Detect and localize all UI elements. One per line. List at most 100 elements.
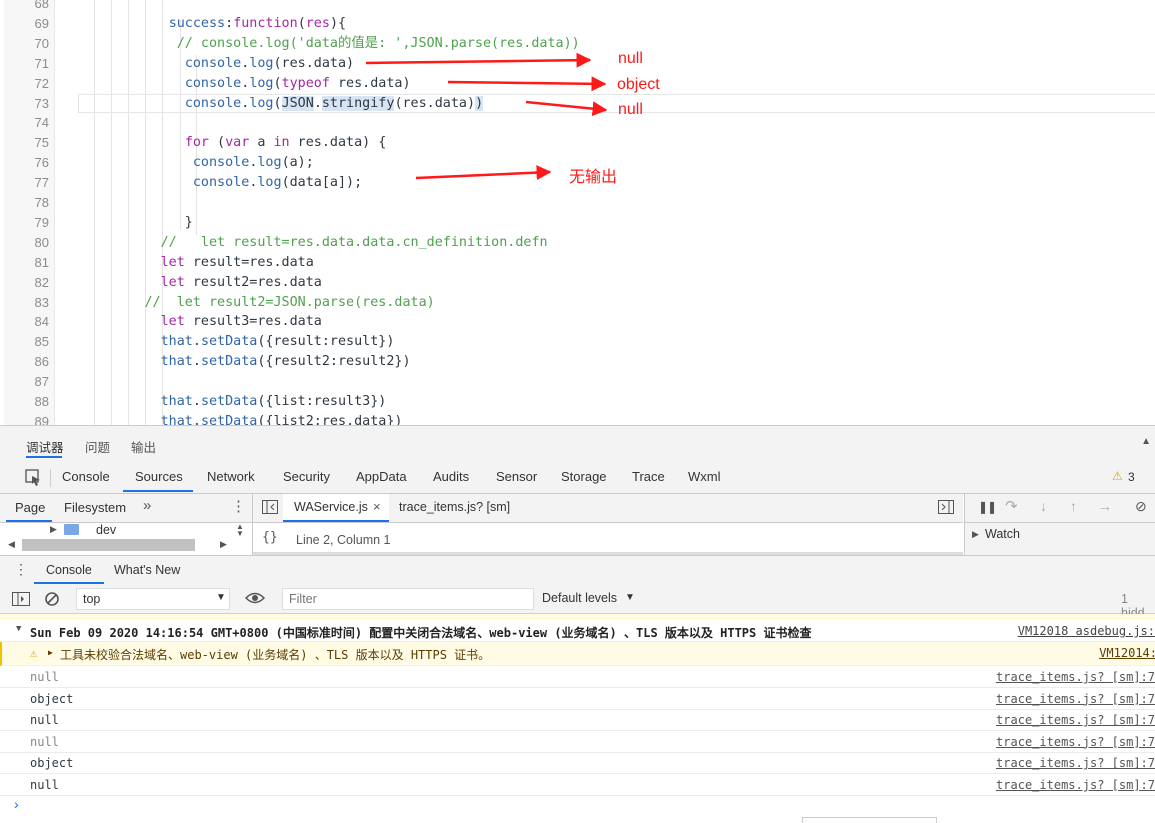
chevron-down-icon[interactable]: ▼ bbox=[625, 592, 635, 603]
log-text: null bbox=[30, 734, 59, 749]
log-row[interactable]: null trace_items.js? [sm]:7 bbox=[0, 774, 1155, 796]
source-link[interactable]: VM12018 asdebug.js: bbox=[1018, 624, 1155, 638]
code-line[interactable]: 68 bbox=[0, 0, 1155, 14]
tab-output[interactable]: 输出 bbox=[131, 437, 156, 456]
collapse-arrow-icon[interactable]: ▼ bbox=[16, 624, 21, 634]
scroll-right-icon[interactable]: ▶ bbox=[220, 539, 227, 550]
warning-row[interactable]: ⚠ ▶ 工具未校验合法域名、web-view (业务域名) 、TLS 版本以及 … bbox=[0, 642, 1155, 666]
tab-trace-items[interactable]: trace_items.js? [sm] bbox=[399, 500, 510, 514]
tab-whats-new[interactable]: What's New bbox=[114, 563, 180, 577]
source-link[interactable]: trace_items.js? [sm]:7 bbox=[996, 692, 1155, 706]
code-line[interactable]: 80 // let result=res.data.data.cn_defini… bbox=[0, 233, 1155, 253]
code-line[interactable]: 84 let result3=res.data bbox=[0, 312, 1155, 332]
code-line[interactable]: 83 // let result2=JSON.parse(res.data) bbox=[0, 293, 1155, 313]
tab-sources[interactable]: Sources bbox=[135, 469, 183, 484]
drawer-menu-icon[interactable]: ⋮ bbox=[14, 561, 28, 578]
source-link[interactable]: trace_items.js? [sm]:7 bbox=[996, 756, 1155, 770]
tab-trace[interactable]: Trace bbox=[632, 469, 665, 484]
code-line[interactable]: 73 console.log(JSON.stringify(res.data)) bbox=[0, 94, 1155, 114]
toggle-debugger-icon[interactable] bbox=[938, 500, 954, 517]
toggle-navigator-icon[interactable] bbox=[262, 500, 278, 517]
tab-network[interactable]: Network bbox=[207, 469, 255, 484]
code-line[interactable]: 88 that.setData({list:result3}) bbox=[0, 392, 1155, 412]
warning-icon[interactable]: ⚠ bbox=[1112, 469, 1123, 483]
scroll-left-icon[interactable]: ◀ bbox=[8, 539, 15, 550]
source-link[interactable]: trace_items.js? [sm]:7 bbox=[996, 735, 1155, 749]
console-output[interactable]: ▼ Sun Feb 09 2020 14:16:54 GMT+0800 (中国标… bbox=[0, 614, 1155, 823]
tab-audits[interactable]: Audits bbox=[433, 469, 469, 484]
code-line[interactable]: 85 that.setData({result:result}) bbox=[0, 332, 1155, 352]
code-editor[interactable]: 68 69 success:function(res){70 // console… bbox=[0, 0, 1155, 425]
line-number: 75 bbox=[34, 135, 49, 151]
tab-console[interactable]: Console bbox=[62, 469, 110, 484]
tab-security[interactable]: Security bbox=[283, 469, 330, 484]
context-selector[interactable]: top ▼ bbox=[76, 588, 230, 610]
source-link[interactable]: VM12014: bbox=[1099, 646, 1155, 660]
code-line[interactable]: 82 let result2=res.data bbox=[0, 273, 1155, 293]
log-levels-dropdown[interactable]: Default levels bbox=[542, 591, 617, 605]
code-line[interactable]: 74 bbox=[0, 113, 1155, 133]
code-line[interactable]: 87 bbox=[0, 372, 1155, 392]
log-row[interactable]: object trace_items.js? [sm]:7 bbox=[0, 752, 1155, 775]
console-prompt[interactable]: › bbox=[14, 796, 19, 812]
tab-wxml[interactable]: Wxml bbox=[688, 469, 721, 484]
tab-issues[interactable]: 问题 bbox=[85, 437, 110, 456]
eye-icon[interactable] bbox=[244, 591, 266, 608]
expand-arrow-icon[interactable]: ▶ bbox=[50, 524, 57, 535]
annotation-null-1: null bbox=[618, 50, 643, 67]
source-link[interactable]: trace_items.js? [sm]:7 bbox=[996, 778, 1155, 792]
clear-console-icon[interactable] bbox=[44, 591, 60, 610]
code-line[interactable]: 79 } bbox=[0, 213, 1155, 233]
inspect-element-icon[interactable] bbox=[24, 468, 42, 489]
step-out-icon[interactable]: ↑ bbox=[1070, 498, 1077, 514]
code-line[interactable]: 81 let result=res.data bbox=[0, 253, 1155, 273]
kebab-menu-icon[interactable]: ⋮ bbox=[231, 497, 246, 515]
code-line[interactable]: 70 // console.log('data的值是: ',JSON.parse… bbox=[0, 34, 1155, 54]
code-line[interactable]: 69 success:function(res){ bbox=[0, 14, 1155, 34]
source-link[interactable]: trace_items.js? [sm]:7 bbox=[996, 670, 1155, 684]
line-number: 85 bbox=[34, 334, 49, 350]
code-line[interactable]: 72 console.log(typeof res.data) bbox=[0, 74, 1155, 94]
group-header-row[interactable]: ▼ Sun Feb 09 2020 14:16:54 GMT+0800 (中国标… bbox=[0, 620, 1155, 642]
partial-warning-row bbox=[0, 614, 1155, 619]
deactivate-breakpoints-icon[interactable]: ⊘ bbox=[1135, 498, 1147, 515]
tab-debugger[interactable]: 调试器 bbox=[26, 437, 64, 456]
expand-arrow-icon[interactable]: ▶ bbox=[48, 648, 53, 657]
tab-appdata[interactable]: AppData bbox=[356, 469, 407, 484]
step-icon[interactable]: → bbox=[1098, 498, 1112, 514]
tab-storage[interactable]: Storage bbox=[561, 469, 607, 484]
annotation-null-2: null bbox=[618, 101, 643, 118]
code-line[interactable]: 71 console.log(res.data) bbox=[0, 54, 1155, 74]
tab-filesystem[interactable]: Filesystem bbox=[64, 500, 126, 515]
source-link[interactable]: trace_items.js? [sm]:7 bbox=[996, 713, 1155, 727]
close-icon[interactable]: × bbox=[373, 499, 381, 514]
pretty-print-icon[interactable]: {} bbox=[262, 530, 278, 545]
step-into-icon[interactable]: ↓ bbox=[1040, 498, 1047, 514]
step-over-icon[interactable]: ↷ bbox=[1005, 497, 1018, 515]
log-row[interactable]: object trace_items.js? [sm]:7 bbox=[0, 688, 1155, 710]
scroll-updown-icon[interactable]: ▲ ▼ bbox=[236, 523, 244, 538]
code-line[interactable]: 89 that.setData({list2:res.data}) bbox=[0, 412, 1155, 425]
warning-count[interactable]: 3 bbox=[1128, 470, 1135, 484]
pause-icon[interactable]: ❚❚ bbox=[978, 500, 997, 514]
code-text: let result3=res.data bbox=[160, 314, 322, 330]
watch-label[interactable]: Watch bbox=[985, 527, 1020, 541]
code-line[interactable]: 78 bbox=[0, 193, 1155, 213]
code-line[interactable]: 75 for (var a in res.data) { bbox=[0, 133, 1155, 153]
filter-input[interactable] bbox=[282, 588, 534, 610]
code-line[interactable]: 86 that.setData({result2:result2}) bbox=[0, 352, 1155, 372]
collapse-up-icon[interactable]: ▲ bbox=[1141, 436, 1151, 447]
show-sidebar-icon[interactable] bbox=[12, 592, 30, 609]
log-row[interactable]: null trace_items.js? [sm]:7 bbox=[0, 731, 1155, 753]
tab-console-drawer[interactable]: Console bbox=[46, 563, 92, 577]
horizontal-scrollbar[interactable] bbox=[22, 539, 195, 551]
log-row[interactable]: null trace_items.js? [sm]:7 bbox=[0, 666, 1155, 688]
tab-page[interactable]: Page bbox=[15, 500, 45, 515]
cursor-position: Line 2, Column 1 bbox=[296, 533, 391, 547]
tab-sensor[interactable]: Sensor bbox=[496, 469, 537, 484]
more-tabs-icon[interactable]: » bbox=[143, 497, 151, 514]
log-row[interactable]: null trace_items.js? [sm]:7 bbox=[0, 709, 1155, 732]
expand-arrow-icon[interactable]: ▶ bbox=[972, 529, 979, 540]
tree-item-dev[interactable]: dev bbox=[96, 523, 116, 537]
tab-waservice[interactable]: WAService.js × bbox=[283, 494, 389, 522]
